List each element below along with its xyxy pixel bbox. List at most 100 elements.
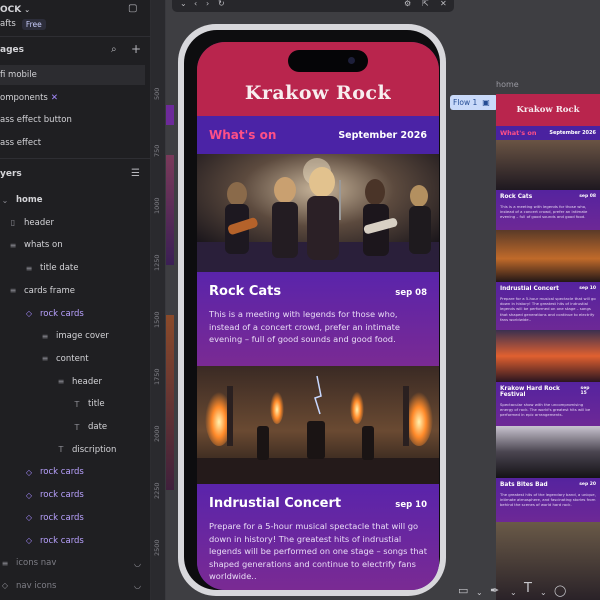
- stack-layout-icon: ≡: [9, 286, 17, 296]
- sidebar-toggle-icon[interactable]: ▢: [128, 4, 137, 14]
- adjacent-frame-strip: [166, 105, 174, 125]
- layer-label: icons nav: [16, 558, 57, 569]
- layer-label: home: [16, 195, 43, 205]
- page-item-glass-effect[interactable]: ass effect: [0, 133, 151, 153]
- search-icon[interactable]: ⌕: [111, 45, 117, 55]
- chevron-down-icon[interactable]: ⌄: [540, 587, 547, 598]
- settings-icon[interactable]: ⚙: [404, 0, 411, 8]
- card-description: Prepare for a 5-hour musical spectacle t…: [209, 521, 427, 582]
- chevron-down-icon: ⌄: [1, 195, 9, 205]
- prototype-toolbar: ⌄ ‹ › ↻ ⚙ ⇱ ✕: [172, 0, 454, 12]
- dynamic-island: [288, 50, 368, 72]
- layer-label: rock cards: [40, 535, 84, 546]
- layer-item[interactable]: ≡ cards frame: [0, 281, 151, 301]
- layer-item[interactable]: ≡ whats on: [0, 235, 151, 255]
- image-cover[interactable]: [197, 366, 439, 484]
- layer-item[interactable]: ≡ image cover: [0, 326, 151, 346]
- preview-title: Krakow Rock: [516, 105, 580, 115]
- card-date: sep 08: [395, 288, 427, 298]
- design-canvas[interactable]: ⌄ ‹ › ↻ ⚙ ⇱ ✕ Krakow Rock What's on Sept…: [166, 0, 600, 600]
- comment-icon[interactable]: ◯: [554, 585, 566, 596]
- text-icon[interactable]: T: [524, 582, 532, 595]
- preview-card-description: Spectacular show with the uncompromising…: [500, 402, 591, 418]
- layer-item[interactable]: ◇ rock cards: [0, 531, 151, 551]
- page-item-glass-effect-button[interactable]: ass effect button: [0, 110, 151, 130]
- image-cover[interactable]: [197, 154, 439, 272]
- frame-label[interactable]: home: [496, 80, 519, 89]
- layer-item[interactable]: ≡ content: [0, 349, 151, 369]
- layer-item[interactable]: ▯ header: [0, 213, 151, 233]
- pages-header-label: ages: [0, 45, 24, 55]
- card-content[interactable]: Indrustial Concert sep 10 Prepare for a …: [197, 484, 439, 590]
- ruler-label: 500: [153, 87, 161, 100]
- preview-card-title: Bats Bites Bad: [500, 482, 548, 488]
- ruler-label: 2000: [153, 425, 161, 442]
- layers-header: yers: [0, 164, 151, 184]
- whats-on-bar: What's on September 2026: [197, 116, 439, 154]
- layer-item[interactable]: ◇ nav icons ◡: [0, 576, 151, 596]
- preview-card-title: Krakow Hard Rock Festival: [500, 386, 560, 398]
- preview-card-header: Bats Bites Bad sep 20: [500, 482, 596, 488]
- component-icon: ◇: [25, 536, 33, 545]
- layer-label: title date: [40, 263, 79, 274]
- ruler-label: 1750: [153, 368, 161, 385]
- refresh-icon[interactable]: ↻: [218, 0, 225, 8]
- preview-card-header: Krakow Hard Rock Festival sep 15: [500, 386, 596, 398]
- close-icon[interactable]: ✕: [51, 93, 58, 103]
- component-icon: ◇: [25, 513, 33, 523]
- layer-item[interactable]: Ttitle: [0, 394, 151, 414]
- hidden-eye-icon[interactable]: ◡: [134, 559, 141, 568]
- hidden-eye-icon[interactable]: ◡: [134, 581, 141, 590]
- ruler-label: 1250: [153, 254, 161, 271]
- layer-item[interactable]: ≡ title date: [0, 258, 151, 278]
- preview-card-header: Rock Cats sep 08: [500, 194, 596, 200]
- plan-badge: Free: [21, 18, 46, 30]
- close-icon[interactable]: ✕: [440, 0, 447, 8]
- text-icon: T: [58, 445, 64, 455]
- layer-item[interactable]: ◇ rock cards: [0, 485, 151, 505]
- layer-label: date: [88, 422, 108, 432]
- phone-screen[interactable]: Krakow Rock What's on September 2026 Roc…: [197, 42, 439, 590]
- layer-item[interactable]: ≡ header: [0, 372, 151, 392]
- card-description: This is a meeting with legends for those…: [209, 309, 400, 345]
- forward-icon[interactable]: ›: [206, 0, 209, 8]
- page-item-components[interactable]: omponents ✕: [0, 88, 151, 108]
- text-icon: T: [74, 399, 80, 409]
- layer-item[interactable]: Tdiscription: [0, 440, 151, 460]
- external-icon[interactable]: ⇱: [422, 0, 429, 8]
- add-page-icon[interactable]: +: [131, 43, 141, 55]
- layer-label: cards frame: [24, 285, 75, 296]
- preview-frame[interactable]: Krakow Rock What's on September 2026 Roc…: [496, 94, 600, 600]
- layer-item[interactable]: ≡ icons nav ◡: [0, 553, 151, 573]
- layer-item[interactable]: ◇ rock cards: [0, 508, 151, 528]
- divider: [0, 158, 151, 159]
- back-icon[interactable]: ‹: [194, 0, 197, 8]
- preview-card-title: Indrustial Concert: [500, 286, 559, 292]
- layers-collapse-icon[interactable]: ☰: [131, 169, 140, 179]
- chevron-down-icon[interactable]: ⌄: [510, 587, 517, 598]
- layer-item[interactable]: ◇ rock cards: [0, 304, 151, 324]
- whats-on-label: What's on: [209, 128, 277, 142]
- card-content[interactable]: Rock Cats sep 08 This is a meeting with …: [197, 272, 439, 366]
- layer-label: rock cards: [40, 308, 84, 319]
- chevron-down-icon[interactable]: ⌄: [476, 587, 483, 598]
- team-name: afts: [0, 19, 16, 29]
- page-item-fi-mobile[interactable]: fi mobile: [0, 65, 145, 85]
- preview-card: Rock Cats sep 08 This is a meeting with l…: [496, 190, 600, 230]
- rectangle-icon[interactable]: ▭: [458, 585, 468, 596]
- pen-icon[interactable]: ✒: [490, 585, 499, 596]
- ruler-label: 2250: [153, 482, 161, 499]
- rock-band-photo: [197, 154, 439, 272]
- layer-item[interactable]: ◇ rock cards: [0, 462, 151, 482]
- layer-label: content: [56, 353, 89, 364]
- preview-card: Bats Bites Bad sep 20 The greatest hits o…: [496, 478, 600, 522]
- layer-label: whats on: [24, 240, 63, 251]
- chevron-down-icon[interactable]: ⌄: [180, 0, 187, 8]
- layer-item[interactable]: Tdate: [0, 417, 151, 437]
- layer-label: title: [88, 399, 105, 410]
- preview-header: Krakow Rock: [496, 94, 600, 126]
- flow-button[interactable]: Flow 1 ▣: [450, 95, 498, 110]
- component-icon: ◇: [1, 581, 9, 591]
- card-header: Rock Cats sep 08: [209, 284, 427, 299]
- layer-item[interactable]: ⌄ home: [0, 190, 151, 210]
